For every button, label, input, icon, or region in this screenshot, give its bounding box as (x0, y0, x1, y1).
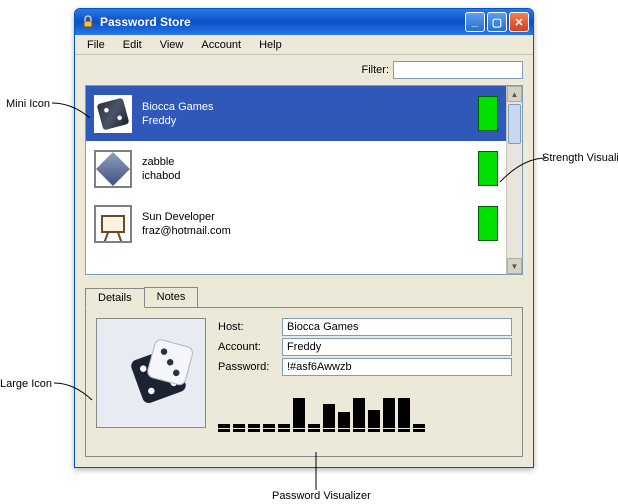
diamond-icon (96, 152, 130, 186)
filter-label: Filter: (362, 64, 390, 76)
row-user: ichabod (142, 170, 468, 182)
menu-view[interactable]: View (152, 37, 192, 53)
row-user: fraz@hotmail.com (142, 225, 468, 237)
password-visualizer (218, 388, 512, 428)
list-item[interactable]: Biocca Games Freddy (86, 86, 506, 141)
menu-account[interactable]: Account (193, 37, 249, 53)
details-panel: Host: Account: Password: (85, 307, 523, 457)
scroll-thumb[interactable] (508, 104, 521, 144)
dice-icon (96, 97, 129, 130)
scrollbar[interactable]: ▲ ▼ (506, 86, 522, 274)
easel-icon (101, 215, 125, 233)
mini-icon (94, 150, 132, 188)
filter-row: Filter: (85, 61, 523, 79)
list-item[interactable]: Sun Developer fraz@hotmail.com (86, 196, 506, 251)
strength-visualizer (478, 206, 498, 241)
list-item[interactable]: zabble ichabod (86, 141, 506, 196)
pwviz-bar (413, 424, 425, 428)
maximize-button[interactable]: ▢ (487, 12, 507, 32)
filter-input[interactable] (393, 61, 523, 79)
password-label: Password: (218, 361, 276, 373)
menu-help[interactable]: Help (251, 37, 290, 53)
pwviz-bar (323, 404, 335, 428)
menu-edit[interactable]: Edit (115, 37, 150, 53)
row-host: zabble (142, 156, 468, 168)
pwviz-bar (233, 424, 245, 428)
tab-details[interactable]: Details (85, 288, 145, 308)
host-label: Host: (218, 321, 276, 333)
app-window: Password Store _ ▢ ✕ File Edit View Acco… (74, 8, 534, 468)
titlebar[interactable]: Password Store _ ▢ ✕ (75, 9, 533, 35)
minimize-button[interactable]: _ (465, 12, 485, 32)
row-user: Freddy (142, 115, 468, 127)
pwviz-bar (263, 424, 275, 428)
account-label: Account: (218, 341, 276, 353)
account-field[interactable] (282, 338, 512, 356)
pwviz-bar (248, 424, 260, 428)
pwviz-bar (398, 398, 410, 428)
row-host: Biocca Games (142, 101, 468, 113)
menubar: File Edit View Account Help (75, 35, 533, 55)
large-icon (96, 318, 206, 428)
password-field[interactable] (282, 358, 512, 376)
strength-visualizer (478, 151, 498, 186)
account-list: Biocca Games Freddy zabble ichabod (85, 85, 523, 275)
host-field[interactable] (282, 318, 512, 336)
menu-file[interactable]: File (79, 37, 113, 53)
tabs: Details Notes (85, 287, 523, 307)
strength-visualizer (478, 96, 498, 131)
pwviz-bar (218, 424, 230, 428)
pwviz-bar (293, 398, 305, 428)
lock-icon (81, 15, 95, 29)
annotation-mini-icon: Mini Icon (6, 98, 50, 110)
pwviz-bar (278, 424, 290, 428)
pwviz-bar (368, 410, 380, 428)
window-title: Password Store (100, 15, 463, 29)
close-button[interactable]: ✕ (509, 12, 529, 32)
pwviz-bar (338, 412, 350, 428)
annotation-large-icon: Large Icon (0, 378, 52, 390)
pwviz-bar (308, 424, 320, 428)
tab-notes[interactable]: Notes (144, 287, 199, 307)
annotation-strength: Strength Visualizer (542, 152, 618, 164)
mini-icon (94, 95, 132, 133)
scroll-down-button[interactable]: ▼ (507, 258, 522, 274)
row-host: Sun Developer (142, 211, 468, 223)
mini-icon (94, 205, 132, 243)
annotation-pwviz: Password Visualizer (272, 490, 371, 502)
scroll-up-button[interactable]: ▲ (507, 86, 522, 102)
pwviz-bar (353, 398, 365, 428)
pwviz-bar (383, 398, 395, 428)
